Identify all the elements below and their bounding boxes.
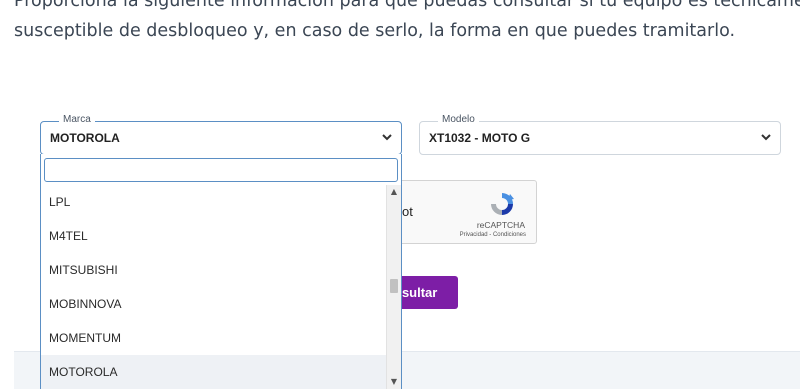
- list-item[interactable]: M4TEL: [41, 219, 386, 253]
- recaptcha-widget[interactable]: ot reCAPTCHA Privacidad - Condiciones: [385, 180, 537, 244]
- list-item[interactable]: LPL: [41, 185, 386, 219]
- recaptcha-checkbox-label: ot: [402, 204, 413, 219]
- marca-options-list[interactable]: LPL M4TEL MITSUBISHI MOBINNOVA MOMENTUM …: [41, 185, 386, 389]
- modelo-label: Modelo: [438, 114, 479, 125]
- chevron-down-icon: [761, 134, 771, 141]
- recaptcha-brand: reCAPTCHA: [476, 220, 525, 230]
- marca-dropdown[interactable]: LPL M4TEL MITSUBISHI MOBINNOVA MOMENTUM …: [40, 154, 402, 389]
- list-item[interactable]: MITSUBISHI: [41, 253, 386, 287]
- recaptcha-logo-icon: [491, 193, 514, 215]
- scroll-up-icon[interactable]: ▲: [387, 185, 401, 199]
- recaptcha-links[interactable]: Privacidad - Condiciones: [460, 232, 526, 238]
- scrollbar-thumb[interactable]: [390, 279, 398, 293]
- marca-value: MOTOROLA: [50, 131, 120, 145]
- modelo-value: XT1032 - MOTO G: [429, 131, 531, 145]
- scroll-down-icon[interactable]: ▼: [387, 375, 401, 389]
- marca-select[interactable]: Marca MOTOROLA: [40, 114, 402, 155]
- chevron-down-icon: [382, 134, 392, 141]
- dropdown-scrollbar[interactable]: ▲ ▼: [386, 185, 401, 389]
- list-item[interactable]: MOBINNOVA: [41, 287, 386, 321]
- intro-line-1: Proporciona la siguiente información par…: [14, 0, 800, 11]
- modelo-select[interactable]: Modelo XT1032 - MOTO G: [419, 114, 781, 155]
- intro-text: Proporciona la siguiente información par…: [14, 0, 800, 46]
- list-item[interactable]: MOMENTUM: [41, 321, 386, 355]
- intro-line-2: susceptible de desbloqueo y, en caso de …: [14, 21, 736, 41]
- list-item-selected[interactable]: MOTOROLA: [41, 355, 386, 389]
- marca-label: Marca: [59, 114, 95, 125]
- marca-search-input[interactable]: [44, 158, 398, 182]
